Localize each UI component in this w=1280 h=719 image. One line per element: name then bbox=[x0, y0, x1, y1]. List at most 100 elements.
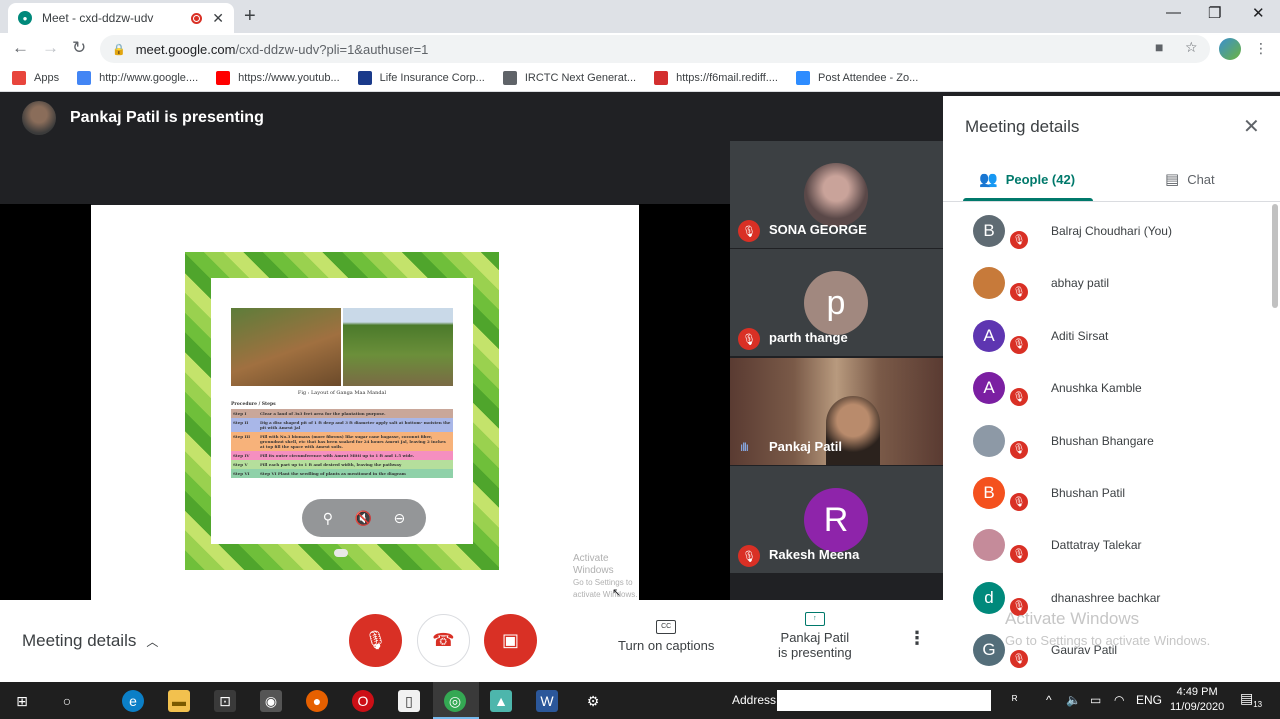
volume-muted-icon[interactable]: 🔈 bbox=[1066, 693, 1081, 707]
leave-call-button[interactable]: ☎ bbox=[417, 614, 470, 667]
slide-step-text: Fill its outer circumference with Amrut … bbox=[260, 453, 415, 458]
remove-icon[interactable]: ⊖ bbox=[393, 510, 405, 527]
wifi-icon[interactable]: ◠ bbox=[1114, 693, 1124, 707]
language-indicator[interactable]: ENG bbox=[1136, 693, 1162, 707]
windows-taskbar: ⊞ ○ e ▬ ⊡ ◉ ● O ▯ ◎ ▲ W ⚙ Address ᴿ ^ 🔈 … bbox=[0, 682, 1280, 719]
participant-list-item[interactable]: B 🎙 Balraj Choudhari (You) bbox=[943, 205, 1273, 257]
recording-indicator-icon bbox=[191, 12, 203, 24]
meeting-details-toggle[interactable]: Meeting details ︿ bbox=[22, 631, 158, 651]
participant-list-item[interactable]: 🎙 Bhushan Bhangare bbox=[943, 415, 1273, 467]
store-icon[interactable]: ⊡ bbox=[214, 690, 236, 712]
slide-step-label: Step I bbox=[233, 411, 247, 416]
slide-procedure-heading: Procedure / Steps bbox=[231, 402, 276, 407]
camera-app-icon[interactable]: ◉ bbox=[260, 690, 282, 712]
mic-toggle-button[interactable]: 🎙 bbox=[349, 614, 402, 667]
notepad-icon[interactable]: ▯ bbox=[398, 690, 420, 712]
tab-close-icon[interactable]: ✕ bbox=[212, 10, 224, 27]
notification-count: 13 bbox=[1253, 699, 1263, 709]
address-toolbar-label: Address bbox=[732, 693, 777, 707]
show-hidden-icons-chevron-icon[interactable]: ^ bbox=[1046, 693, 1052, 707]
participant-tile-parth-thange[interactable]: p 🎙 parth thange bbox=[730, 249, 943, 356]
bookmark-label: https://www.youtub... bbox=[238, 72, 340, 84]
browser-tab-meet[interactable]: ● Meet - cxd-ddzw-udv ✕ bbox=[8, 3, 234, 33]
camera-in-use-icon[interactable]: ■ bbox=[1155, 39, 1163, 55]
edge-icon[interactable]: e bbox=[122, 690, 144, 712]
file-explorer-icon[interactable]: ▬ bbox=[168, 690, 190, 712]
bookmark-item[interactable]: https://f6mail.rediff.... bbox=[654, 71, 778, 85]
forward-icon[interactable]: → bbox=[42, 38, 59, 58]
participant-name: Pankaj Patil bbox=[769, 439, 842, 454]
meet-app-icon[interactable]: ▲ bbox=[490, 690, 512, 712]
participant-tile-pankaj-patil[interactable]: ıllı Pankaj Patil bbox=[730, 358, 943, 465]
meeting-details-label: Meeting details bbox=[22, 631, 137, 650]
mic-off-icon: 🎙 bbox=[364, 630, 387, 650]
bookmark-item[interactable]: Life Insurance Corp... bbox=[357, 71, 485, 85]
participant-list-item[interactable]: 🎙 Dattatray Talekar bbox=[943, 519, 1273, 571]
reload-icon[interactable]: ↻ bbox=[72, 38, 86, 58]
hang-up-icon: ☎ bbox=[432, 630, 455, 650]
firefox-icon[interactable]: ● bbox=[306, 690, 328, 712]
address-bar[interactable]: 🔒 meet.google.com/cxd-ddzw-udv?pli=1&aut… bbox=[100, 35, 1210, 63]
address-toolbar-input[interactable] bbox=[777, 690, 991, 711]
mic-off-icon: 🎙 bbox=[1008, 543, 1030, 566]
presenting-label-line2: is presenting bbox=[778, 645, 852, 660]
search-icon[interactable]: ○ bbox=[56, 690, 78, 712]
back-icon[interactable]: ← bbox=[12, 38, 29, 58]
participant-tile-rakesh-meena[interactable]: R 🎙 Rakesh Meena bbox=[730, 466, 943, 573]
slide-step-row: Step I Clear a land of 3x3 feet area for … bbox=[231, 409, 453, 418]
participant-list-item[interactable]: A 🎙 Aditi Sirsat bbox=[943, 310, 1273, 362]
participant-avatar: G bbox=[973, 634, 1005, 667]
notifications-icon[interactable]: ▤13 bbox=[1240, 690, 1262, 709]
participant-list-item[interactable]: 🎙 abhay patil bbox=[943, 257, 1273, 309]
new-tab-icon[interactable]: + bbox=[244, 5, 256, 28]
mic-off-icon: 🎙 bbox=[1008, 281, 1030, 304]
slide-step-label: Step V bbox=[233, 462, 248, 467]
presentation-controls-overlay[interactable]: ⚲ 🔇 ⊖ bbox=[302, 499, 426, 537]
bookmark-item[interactable]: Post Attendee - Zo... bbox=[795, 71, 918, 85]
people-tray-icon[interactable]: ᴿ bbox=[1012, 693, 1017, 707]
mic-off-icon: 🎙 bbox=[1008, 333, 1030, 356]
activate-windows-watermark: Activate Windows Go to Settings to activ… bbox=[1005, 608, 1210, 652]
bookmark-item[interactable]: IRCTC Next Generat... bbox=[502, 71, 636, 85]
participant-avatar: d bbox=[973, 581, 1005, 614]
settings-gear-icon[interactable]: ⚙ bbox=[582, 690, 604, 712]
window-close-icon[interactable]: ✕ bbox=[1252, 4, 1265, 22]
presenting-text: Pankaj Patil is presenting bbox=[70, 109, 264, 126]
chrome-icon[interactable]: ◎ bbox=[444, 690, 466, 712]
participant-list-item[interactable]: A 🎙 Anushka Kamble bbox=[943, 362, 1273, 414]
restore-icon[interactable]: ❐ bbox=[1208, 4, 1221, 22]
participant-list-item[interactable]: B 🎙 Bhushan Patil bbox=[943, 467, 1273, 519]
participant-list-name: dhanashree bachkar bbox=[1051, 590, 1161, 605]
more-options-icon[interactable]: ⋮ bbox=[908, 628, 926, 649]
bookmark-item[interactable]: http://www.google.... bbox=[77, 71, 198, 85]
tab-chat[interactable]: ▤ Chat bbox=[1165, 170, 1215, 188]
chrome-menu-icon[interactable]: ⋮ bbox=[1254, 40, 1268, 57]
people-icon: 👥 bbox=[979, 171, 998, 188]
opera-icon[interactable]: O bbox=[352, 690, 374, 712]
profile-avatar[interactable] bbox=[1219, 38, 1241, 60]
mute-presentation-icon[interactable]: 🔇 bbox=[355, 510, 372, 527]
word-icon[interactable]: W bbox=[536, 690, 558, 712]
tab-title: Meet - cxd-ddzw-udv bbox=[42, 11, 154, 25]
minimize-icon[interactable]: — bbox=[1166, 4, 1181, 21]
system-clock[interactable]: 4:49 PM 11/09/2020 bbox=[1170, 685, 1224, 715]
tab-people[interactable]: 👥 People (42) bbox=[979, 170, 1075, 188]
panel-close-icon[interactable]: ✕ bbox=[1243, 114, 1260, 139]
tab-people-label: People (42) bbox=[1005, 171, 1076, 187]
pin-icon[interactable]: ⚲ bbox=[323, 510, 333, 527]
participant-list-name: Bhushan Patil bbox=[1051, 486, 1126, 500]
battery-icon[interactable]: ▭ bbox=[1090, 693, 1101, 707]
watermark-line1: Activate Windows bbox=[573, 553, 614, 576]
camera-toggle-button[interactable]: ▣ bbox=[484, 614, 537, 667]
lock-icon: 🔒 bbox=[112, 43, 126, 56]
captions-button[interactable]: CC Turn on captions bbox=[618, 620, 714, 653]
bookmark-item[interactable]: Apps bbox=[12, 71, 59, 85]
bookmark-item[interactable]: https://www.youtub... bbox=[216, 71, 340, 85]
slide-indicator bbox=[334, 549, 348, 557]
bookmark-star-icon[interactable]: ☆ bbox=[1185, 39, 1198, 56]
browser-toolbar: ← → ↻ 🔒 meet.google.com/cxd-ddzw-udv?pli… bbox=[0, 33, 1280, 65]
participant-tile-sona-george[interactable]: 🎙 SONA GEORGE bbox=[730, 141, 943, 248]
bookmark-label: http://www.google.... bbox=[99, 72, 199, 84]
windows-start-icon[interactable]: ⊞ bbox=[11, 690, 33, 712]
presenting-button[interactable]: ↑ Pankaj Patil is presenting bbox=[778, 612, 852, 660]
